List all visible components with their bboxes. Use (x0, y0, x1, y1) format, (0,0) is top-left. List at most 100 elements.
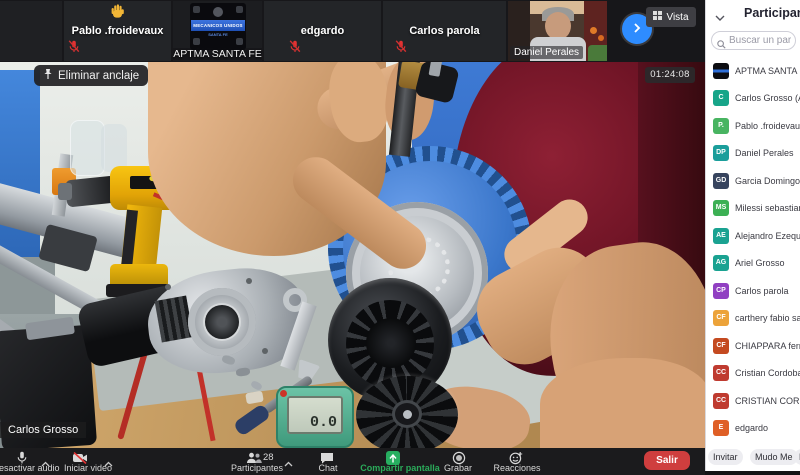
tile-person-face (545, 12, 571, 40)
record-button[interactable]: Grabar (428, 463, 488, 473)
video-tile-carlos-parola[interactable]: Carlos parola (383, 1, 506, 61)
chevron-down-icon[interactable] (715, 9, 725, 27)
multimeter-display: 0.0 (287, 396, 343, 434)
video-tile-pablo[interactable]: Pablo .froidevaux (64, 1, 171, 61)
scene-right-palm (540, 358, 705, 448)
scene-hub-bore (366, 318, 416, 368)
participant-row[interactable]: CCarlos Grosso (A (706, 85, 800, 113)
vista-view-button[interactable]: Vista (646, 7, 696, 27)
search-icon (717, 36, 726, 54)
participant-avatar: CF (713, 310, 729, 326)
participants-count-badge: 28 (263, 452, 274, 463)
participant-row[interactable]: CP Carlos parola (706, 277, 800, 305)
participant-row[interactable]: P. Pablo .froidevaux (706, 112, 800, 140)
remove-pin-label: Eliminar anclaje (58, 70, 139, 82)
pin-icon (43, 68, 53, 83)
invite-button[interactable]: Invitar (708, 449, 743, 465)
participants-panel: Participantes APTMA SANTA FE CCarlos Gros… (705, 0, 800, 471)
video-tile-aptma[interactable]: MECANICOS UNIDOS SANTA FE APTMA SANTA FE (173, 1, 262, 61)
mute-audio-button[interactable]: Desactivar audio (0, 463, 66, 473)
start-video-button[interactable]: Iniciar video (60, 463, 116, 473)
main-video-carlos-grosso[interactable]: 0.0 Eliminar anclaje 01:24:08 Carlos Gro… (0, 62, 705, 448)
logo-banner-text: MECANICOS UNIDOS (191, 20, 245, 31)
participant-row[interactable]: APTMA SANTA FE (706, 57, 800, 85)
participant-name: Carlos Grosso (A (735, 93, 800, 103)
scene-bolt-hole (165, 284, 171, 290)
participant-avatar: CC (713, 393, 729, 409)
participant-row[interactable]: AEAlejandro Ezequ (706, 222, 800, 250)
tile-name: edgardo (264, 25, 381, 37)
multimeter-reading: 0.0 (310, 414, 337, 431)
meeting-timer: 01:24:08 (645, 67, 695, 83)
remove-pin-button[interactable]: Eliminar anclaje (34, 65, 148, 86)
tile-flower (590, 27, 597, 34)
video-tile-empty[interactable] (0, 1, 62, 61)
grid-view-icon (653, 11, 662, 23)
participant-name: Pablo .froidevaux (735, 121, 800, 131)
scene-bottle (101, 124, 127, 172)
participant-avatar (713, 63, 729, 79)
participant-name: Milessi sebastian (735, 203, 800, 213)
mic-muted-icon (289, 40, 301, 58)
scene-meter-probe (280, 390, 287, 397)
participant-row[interactable]: CFCHIAPPARA fern (706, 332, 800, 360)
participant-avatar: CP (713, 283, 729, 299)
raised-hand-icon (111, 4, 124, 23)
scene-drill-bit (58, 183, 72, 200)
participant-row[interactable]: Eedgardo (706, 415, 800, 443)
scene-rotor-pin (403, 410, 412, 419)
participant-row[interactable]: MSMilessi sebastian (706, 195, 800, 223)
participant-row[interactable]: CC CRISTIAN CORD (706, 387, 800, 415)
scene-bottle (70, 120, 105, 176)
participant-name: Ariel Grosso (735, 258, 785, 268)
logo-tool-icon (236, 38, 243, 45)
scene-bearing-inner (205, 305, 239, 339)
participant-row[interactable]: AG Ariel Grosso (706, 250, 800, 278)
participant-name: Daniel Perales (735, 148, 794, 158)
participant-avatar: AG (713, 255, 729, 271)
participant-name: APTMA SANTA FE (735, 66, 800, 76)
reactions-button[interactable]: Reacciones (487, 463, 547, 473)
chat-button[interactable]: Chat (308, 463, 348, 473)
gallery-strip: Pablo .froidevaux MECANICOS UNIDOS SANTA… (0, 0, 705, 62)
participant-name: Carlos parola (735, 286, 789, 296)
vista-label: Vista (666, 12, 688, 23)
participants-button[interactable]: Participantes (227, 463, 287, 473)
leave-meeting-button[interactable]: Salir (644, 451, 690, 470)
participant-avatar: GD (713, 173, 729, 189)
participant-name: CHIAPPARA fern (735, 341, 800, 351)
participant-avatar: P. (713, 118, 729, 134)
tile-name: Pablo .froidevaux (64, 25, 171, 37)
logo-tool-icon (236, 6, 243, 13)
scene-bolt-hole (262, 348, 268, 354)
zoom-meeting-window: Pablo .froidevaux MECANICOS UNIDOS SANTA… (0, 0, 800, 475)
tile-flower (598, 35, 604, 41)
participant-name: Garcia Domingo (735, 176, 800, 186)
video-tile-daniel[interactable]: Daniel Perales (508, 1, 607, 61)
logo-tool-icon (193, 6, 200, 13)
participant-row[interactable]: DP Daniel Perales (706, 140, 800, 168)
logo-sub-text: SANTA FE (190, 32, 246, 37)
panel-title: Participantes (744, 6, 800, 20)
tile-name: Carlos parola (383, 25, 506, 37)
video-tile-edgardo[interactable]: edgardo (264, 1, 381, 61)
mic-muted-icon (68, 40, 80, 58)
meeting-toolbar: Desactivar audio Iniciar video 28 Partic… (0, 448, 705, 475)
participant-row[interactable]: GD Garcia Domingo (706, 167, 800, 195)
participant-row[interactable]: CCCristian Cordoba (706, 360, 800, 388)
participant-name: CRISTIAN CORD (735, 396, 800, 406)
scene-bolt-hole (246, 278, 252, 284)
tile-name: APTMA SANTA FE (173, 48, 262, 60)
participant-avatar: DP (713, 145, 729, 161)
tile-plant (588, 45, 607, 61)
chevron-right-icon (632, 20, 642, 38)
mute-me-button[interactable]: Mudo Me (750, 449, 798, 465)
participant-row[interactable]: CF carthery fabio sa (706, 305, 800, 333)
mic-muted-icon (395, 40, 407, 58)
scene-multimeter: 0.0 (276, 386, 354, 448)
aptma-logo: MECANICOS UNIDOS SANTA FE (190, 3, 246, 50)
participant-avatar: E (713, 420, 729, 436)
logo-emblem (213, 7, 223, 17)
participant-name: carthery fabio sa (735, 313, 800, 323)
participant-name: Alejandro Ezequ (735, 231, 800, 241)
